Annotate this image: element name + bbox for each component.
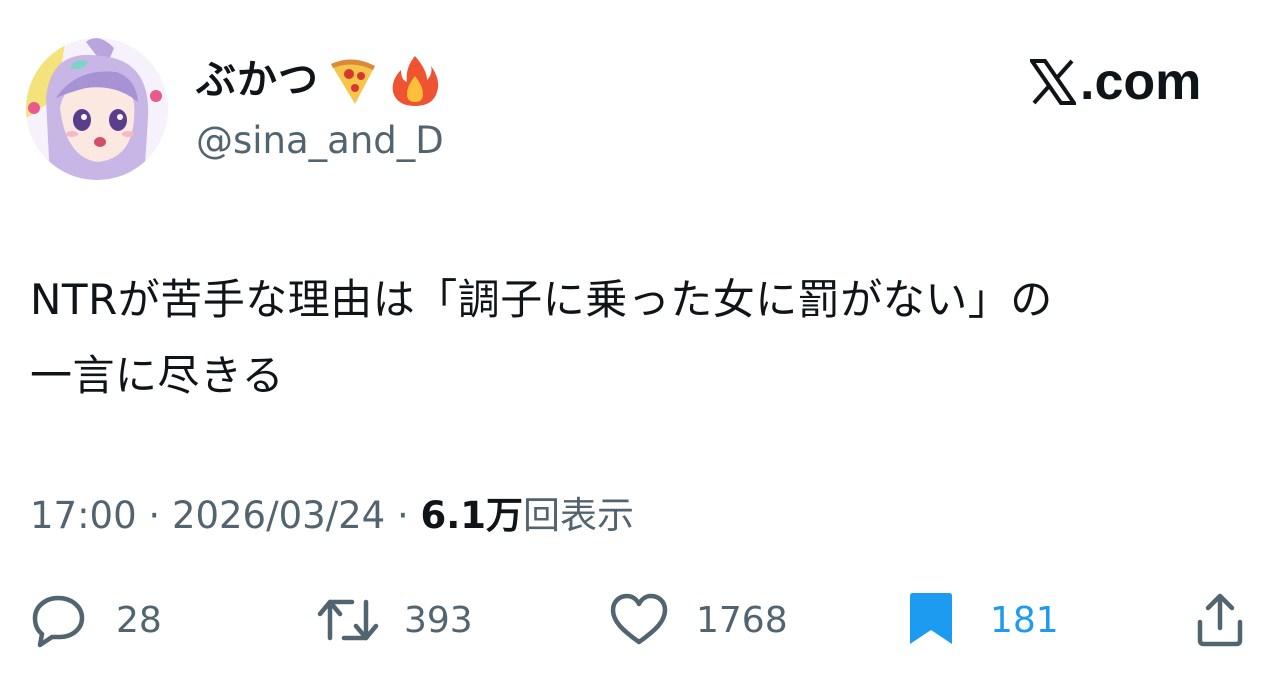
tweet-date[interactable]: 2026/03/24 — [172, 494, 385, 537]
brand-mark: .com — [1030, 52, 1201, 112]
views-count: 6.1万 — [420, 494, 524, 537]
tweet-meta: 17:00 · 2026/03/24 · 6.1万回表示 — [30, 490, 634, 542]
display-name[interactable]: ぶかつ — [196, 50, 443, 110]
heart-icon — [610, 593, 668, 645]
user-handle[interactable]: @sina_and_D — [196, 116, 444, 166]
meta-separator: · — [148, 494, 161, 537]
like-button[interactable]: 1768 — [608, 590, 788, 650]
tweet-text-line: 一言に尽きる — [30, 351, 285, 400]
pizza-icon — [325, 52, 381, 108]
reply-button[interactable]: 28 — [30, 590, 162, 650]
action-bar: 28 393 1768 181 — [0, 590, 1284, 650]
avatar[interactable] — [26, 38, 168, 180]
meta-separator: · — [396, 494, 409, 537]
retweet-button[interactable]: 393 — [316, 590, 473, 650]
fire-icon — [387, 52, 443, 108]
brand-text: .com — [1080, 53, 1202, 111]
share-icon — [1197, 593, 1243, 647]
tweet-text-line: NTRが苦手な理由は「調子に乗った女に罰がない」の — [30, 275, 1053, 324]
x-logo-icon — [1030, 59, 1076, 105]
retweet-icon — [317, 599, 379, 641]
retweet-count: 393 — [404, 599, 473, 641]
bookmark-count: 181 — [990, 599, 1059, 641]
views-label: 回表示 — [523, 494, 635, 537]
bookmark-icon — [910, 593, 952, 644]
tweet-time[interactable]: 17:00 — [30, 494, 137, 537]
avatar-image — [26, 38, 168, 180]
like-count: 1768 — [696, 599, 788, 641]
bookmark-button[interactable]: 181 — [906, 590, 1059, 650]
tweet-text: NTRが苦手な理由は「調子に乗った女に罰がない」の 一言に尽きる — [30, 262, 1270, 414]
share-button[interactable] — [1192, 590, 1248, 650]
display-name-text: ぶかつ — [196, 57, 319, 103]
reply-icon — [32, 595, 85, 648]
reply-count: 28 — [116, 599, 162, 641]
